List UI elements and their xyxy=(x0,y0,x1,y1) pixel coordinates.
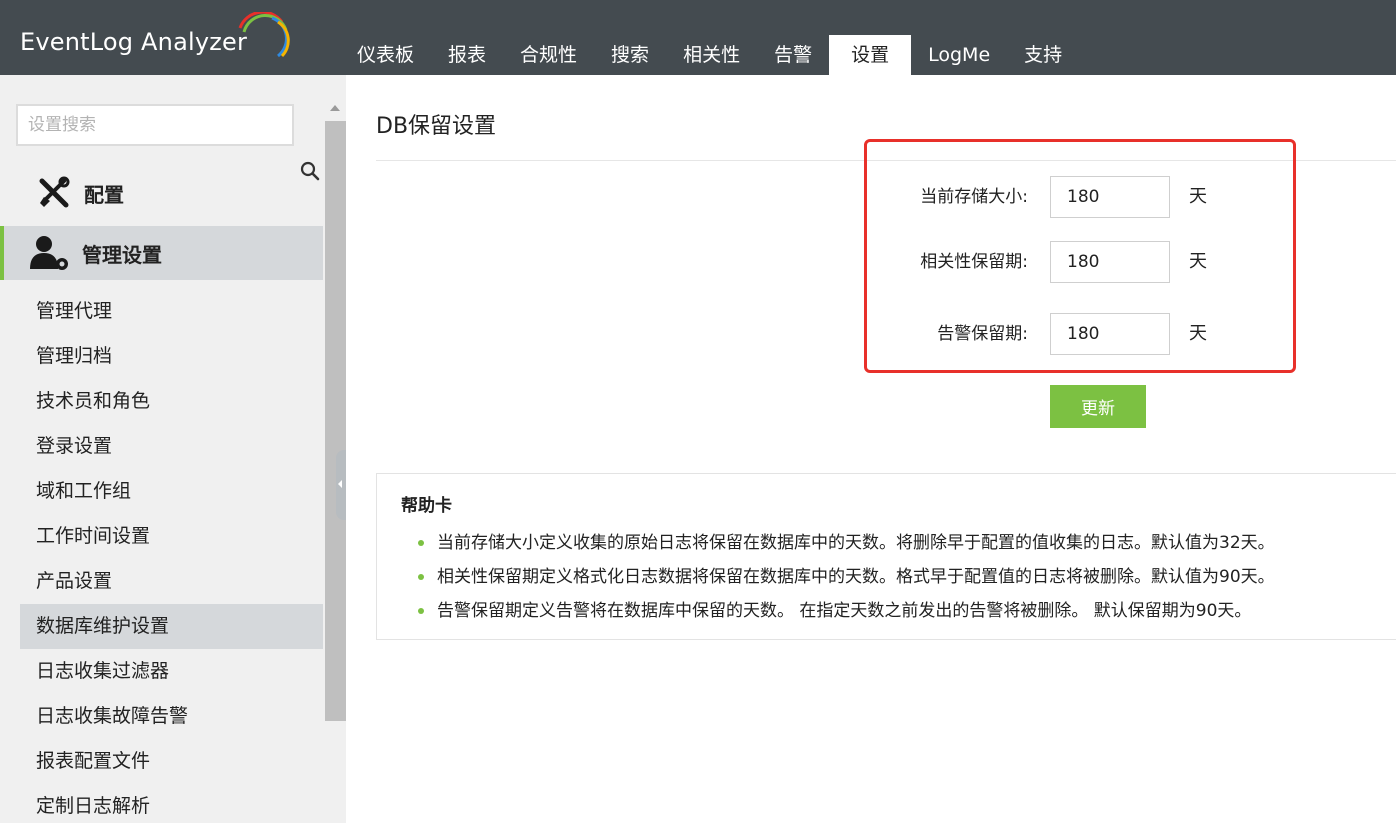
raw-storage-unit: 天 xyxy=(1189,186,1207,207)
scroll-up-arrow-icon[interactable] xyxy=(330,105,340,111)
sidebar-item-working-hours[interactable]: 工作时间设置 xyxy=(20,514,323,559)
form-row-raw-storage: 当前存储大小: 天 xyxy=(880,176,1300,218)
sidebar-item-domains-workgroups[interactable]: 域和工作组 xyxy=(20,469,323,514)
help-item-correlation-retention: 相关性保留期定义格式化日志数据将保留在数据库中的天数。格式早于配置值的日志将被删… xyxy=(418,560,1275,594)
sidebar-item-report-profiles[interactable]: 报表配置文件 xyxy=(20,739,323,784)
logo-swirl-icon xyxy=(238,12,290,58)
correlation-retention-days-input[interactable] xyxy=(1050,241,1170,283)
sidebar-item-db-maintenance[interactable]: 数据库维护设置 xyxy=(20,604,323,649)
chevron-left-icon xyxy=(338,480,342,488)
section-admin-settings-label: 管理设置 xyxy=(82,242,162,267)
section-admin-settings[interactable]: 管理设置 xyxy=(0,226,323,280)
tab-compliance[interactable]: 合规性 xyxy=(503,35,594,75)
section-configuration[interactable]: 配置 xyxy=(20,168,323,218)
correlation-retention-unit: 天 xyxy=(1189,251,1207,272)
tab-settings[interactable]: 设置 xyxy=(829,35,912,75)
page-title: DB保留设置 xyxy=(376,114,497,139)
app-logo[interactable]: EventLog Analyzer xyxy=(20,28,247,56)
tab-correlation[interactable]: 相关性 xyxy=(666,35,757,75)
settings-sidebar: 配置 管理设置 管理代理 管理归档 技术员和角色 登录设置 域和工作组 工作时间… xyxy=(0,75,346,823)
sidebar-item-manage-agents[interactable]: 管理代理 xyxy=(20,289,323,334)
alert-retention-days-input[interactable] xyxy=(1050,313,1170,355)
top-header: EventLog Analyzer 仪表板 报表 合规性 搜索 相关性 告警 设… xyxy=(0,0,1396,75)
help-card: 帮助卡 当前存储大小定义收集的原始日志将保留在数据库中的天数。将删除早于配置的值… xyxy=(376,473,1396,640)
admin-settings-menu: 管理代理 管理归档 技术员和角色 登录设置 域和工作组 工作时间设置 产品设置 … xyxy=(20,289,323,823)
help-item-raw-storage: 当前存储大小定义收集的原始日志将保留在数据库中的天数。将删除早于配置的值收集的日… xyxy=(418,526,1275,560)
sidebar-item-technicians-roles[interactable]: 技术员和角色 xyxy=(20,379,323,424)
sidebar-item-log-collection-failure-alerts[interactable]: 日志收集故障告警 xyxy=(20,694,323,739)
sidebar-item-login-settings[interactable]: 登录设置 xyxy=(20,424,323,469)
form-row-alert-retention: 告警保留期: 天 xyxy=(880,313,1300,355)
raw-storage-label: 当前存储大小: xyxy=(920,187,1028,207)
tab-alerts[interactable]: 告警 xyxy=(757,35,829,75)
alert-retention-label: 告警保留期: xyxy=(937,324,1028,344)
help-card-title: 帮助卡 xyxy=(401,496,452,516)
scrollbar-thumb[interactable] xyxy=(325,121,346,721)
update-button[interactable]: 更新 xyxy=(1050,385,1146,428)
settings-search-input[interactable] xyxy=(16,104,294,146)
tab-support[interactable]: 支持 xyxy=(1007,35,1079,75)
section-configuration-label: 配置 xyxy=(84,182,124,207)
main-nav: 仪表板 报表 合规性 搜索 相关性 告警 设置 LogMe 支持 xyxy=(340,35,1079,75)
tab-reports[interactable]: 报表 xyxy=(431,35,503,75)
sidebar-item-custom-log-parser[interactable]: 定制日志解析 xyxy=(20,784,323,823)
correlation-retention-label: 相关性保留期: xyxy=(920,252,1028,272)
sidebar-collapse-handle[interactable] xyxy=(336,450,346,520)
raw-storage-days-input[interactable] xyxy=(1050,176,1170,218)
help-item-alert-retention: 告警保留期定义告警将在数据库中保留的天数。 在指定天数之前发出的告警将被删除。 … xyxy=(418,594,1275,628)
tab-search[interactable]: 搜索 xyxy=(594,35,666,75)
form-row-correlation-retention: 相关性保留期: 天 xyxy=(880,241,1300,283)
tools-icon xyxy=(39,176,70,208)
sidebar-item-log-collection-filters[interactable]: 日志收集过滤器 xyxy=(20,649,323,694)
user-gear-icon xyxy=(30,236,68,270)
sidebar-item-product-settings[interactable]: 产品设置 xyxy=(20,559,323,604)
help-card-list: 当前存储大小定义收集的原始日志将保留在数据库中的天数。将删除早于配置的值收集的日… xyxy=(418,526,1275,628)
tab-logme[interactable]: LogMe xyxy=(911,35,1007,75)
tab-dashboard[interactable]: 仪表板 xyxy=(340,35,431,75)
sidebar-item-manage-archives[interactable]: 管理归档 xyxy=(20,334,323,379)
alert-retention-unit: 天 xyxy=(1189,323,1207,344)
